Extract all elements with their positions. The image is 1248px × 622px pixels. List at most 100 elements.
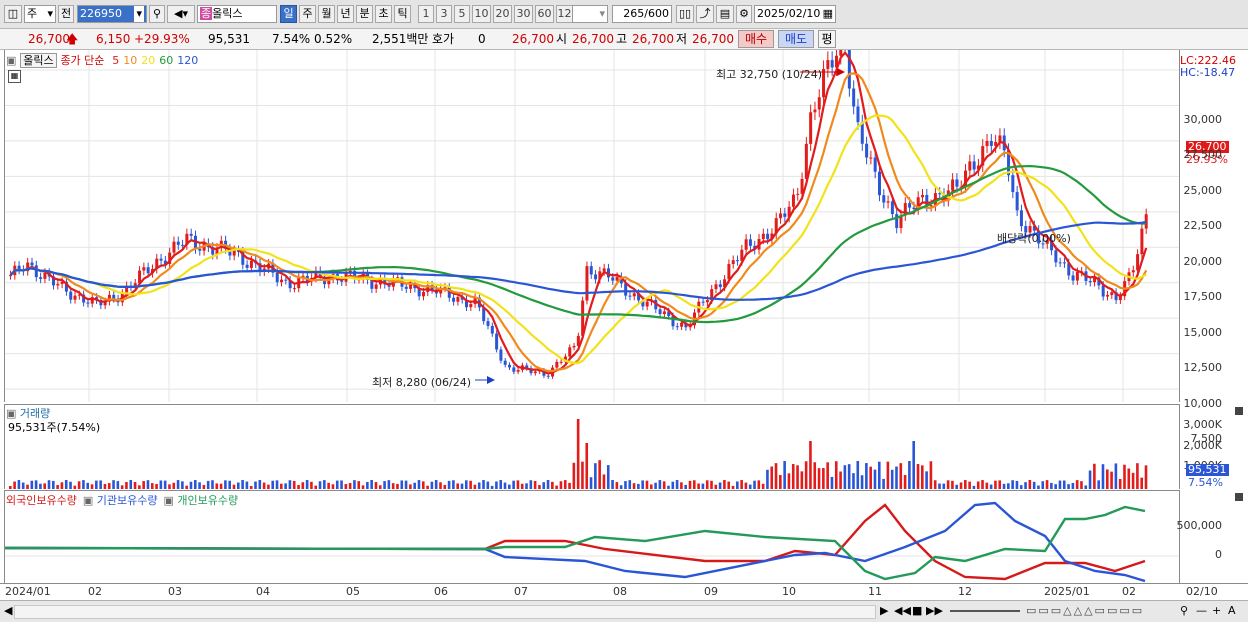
- ownership-y-axis: 500,000 0: [1177, 490, 1248, 583]
- interval-button-5[interactable]: 30: [514, 5, 533, 23]
- volume-bar-241: [1045, 480, 1049, 489]
- volume-bar-125: [546, 480, 550, 489]
- plus-icon[interactable]: +: [1212, 604, 1221, 617]
- buy-button[interactable]: 매수: [738, 30, 774, 48]
- volume-bar-162: [705, 480, 709, 489]
- candle-icon[interactable]: ▯▯: [676, 5, 694, 23]
- volume-bar-73: [323, 480, 326, 489]
- panel-dot-icon: ▣: [6, 54, 17, 67]
- layout-icon[interactable]: ◫: [4, 5, 22, 23]
- count-total: /600: [644, 7, 669, 20]
- volume-bar-28: [129, 480, 133, 489]
- volume-bar-120: [525, 483, 528, 489]
- price-panel[interactable]: [4, 50, 1180, 402]
- prev-button[interactable]: 전: [58, 5, 74, 23]
- period-button-1[interactable]: 주: [299, 5, 316, 23]
- candle-body-190: [826, 60, 830, 69]
- price-tick-3: 22,500: [1183, 219, 1223, 233]
- candle-body-186: [809, 112, 813, 144]
- period-button-6[interactable]: 틱: [394, 5, 411, 23]
- scrollbar-track[interactable]: [14, 605, 876, 619]
- candle-body-185: [804, 143, 808, 179]
- period-button-2[interactable]: 월: [318, 5, 335, 23]
- stop-icon[interactable]: ■: [912, 604, 922, 617]
- speaker-icon[interactable]: ◀▾: [167, 5, 195, 23]
- chart-tools-icons[interactable]: ▭▭▭△△△▭▭▭▭: [1026, 604, 1144, 617]
- volume-panel[interactable]: [4, 404, 1180, 489]
- price-panel-name[interactable]: 올릭스: [20, 53, 57, 68]
- gear-icon[interactable]: ⚙: [736, 5, 752, 23]
- tool-icon[interactable]: ⤴: [696, 5, 714, 23]
- avg-button[interactable]: 평: [818, 30, 836, 48]
- bottom-bar: ◀ ▶ ◀◀ ■ ▶▶ ▭▭▭△△△▭▭▭▭ ⚲ — + A: [0, 600, 1248, 622]
- period-button-5[interactable]: 초: [375, 5, 392, 23]
- period-select[interactable]: 주 ▾: [24, 5, 56, 23]
- zoom-search-icon[interactable]: ⚲: [1180, 604, 1188, 617]
- volume-bar-118: [516, 480, 520, 489]
- play-icon[interactable]: ▶: [880, 604, 888, 617]
- volume-bar-258: [1118, 478, 1122, 489]
- text-icon[interactable]: A: [1228, 604, 1236, 617]
- candle-body-64: [284, 279, 288, 281]
- date-field[interactable]: 2025/02/10 ▦: [754, 5, 836, 23]
- sell-button[interactable]: 매도: [778, 30, 814, 48]
- search-icon[interactable]: ⚲: [149, 5, 165, 23]
- table-icon[interactable]: ▦: [8, 70, 21, 83]
- close-icon[interactable]: [1235, 407, 1243, 415]
- volume-bar-98: [430, 481, 434, 489]
- volume-bar-122: [533, 480, 537, 489]
- close-icon[interactable]: [1235, 493, 1243, 501]
- interval-select[interactable]: ▾: [572, 5, 608, 23]
- volume-bar-228: [989, 484, 993, 489]
- period-button-0[interactable]: 일: [280, 5, 297, 23]
- volume-bar-21: [99, 480, 102, 489]
- count-field[interactable]: 265/600: [612, 5, 672, 23]
- candle-body-114: [499, 349, 503, 361]
- interval-button-0[interactable]: 1: [418, 5, 434, 23]
- volume-bar-115: [503, 482, 507, 489]
- interval-button-1[interactable]: 3: [436, 5, 452, 23]
- rewind-icon[interactable]: ◀◀: [894, 604, 911, 617]
- volume-bar-31: [142, 481, 145, 489]
- interval-button-2[interactable]: 5: [454, 5, 470, 23]
- volume-bar-53: [237, 482, 240, 489]
- volume-bar-75: [331, 484, 335, 489]
- volume-bar-264: [1144, 465, 1148, 489]
- volume-bar-43: [193, 480, 197, 489]
- volume-bar-27: [125, 481, 128, 489]
- volume-bar-197: [856, 461, 860, 489]
- interval-button-3[interactable]: 10: [472, 5, 491, 23]
- up-arrow-icon: 🡅: [66, 32, 79, 46]
- save-icon[interactable]: ▤: [716, 5, 734, 23]
- ownership-line-2: [5, 505, 1146, 581]
- volume-bar-222: [964, 480, 967, 489]
- code-input[interactable]: 226950 ▾: [77, 5, 147, 23]
- stock-name-field[interactable]: 종올릭스: [197, 5, 277, 23]
- volume-bar-161: [701, 483, 705, 489]
- minus-icon[interactable]: —: [1196, 604, 1207, 617]
- stock-name: 올릭스: [212, 7, 243, 20]
- volume-bar-206: [895, 466, 898, 489]
- period-button-3[interactable]: 년: [337, 5, 354, 23]
- volume-bar-235: [1019, 485, 1023, 489]
- period-button-4[interactable]: 분: [356, 5, 373, 23]
- candle-body-188: [817, 97, 821, 110]
- interval-button-4[interactable]: 20: [493, 5, 512, 23]
- candle-body-52: [232, 250, 236, 256]
- forward-icon[interactable]: ▶▶: [926, 604, 943, 617]
- x-label-9: 10: [782, 585, 796, 598]
- scroll-left-icon[interactable]: ◀: [4, 604, 12, 617]
- volume-bar-5: [30, 480, 34, 489]
- candle-body-85: [374, 284, 378, 289]
- volume-bar-84: [370, 480, 373, 489]
- volume-bar-250: [1084, 485, 1088, 489]
- volume-bar-79: [348, 483, 352, 489]
- volume-bar-224: [972, 485, 976, 489]
- candle-body-172: [748, 239, 752, 246]
- candle-body-135: [589, 266, 593, 275]
- volume-bar-244: [1058, 480, 1062, 489]
- zoom-slider[interactable]: [950, 610, 1020, 612]
- volume-bar-23: [107, 483, 111, 489]
- price-tick-2: 25,000: [1183, 183, 1223, 197]
- interval-button-6[interactable]: 60: [535, 5, 554, 23]
